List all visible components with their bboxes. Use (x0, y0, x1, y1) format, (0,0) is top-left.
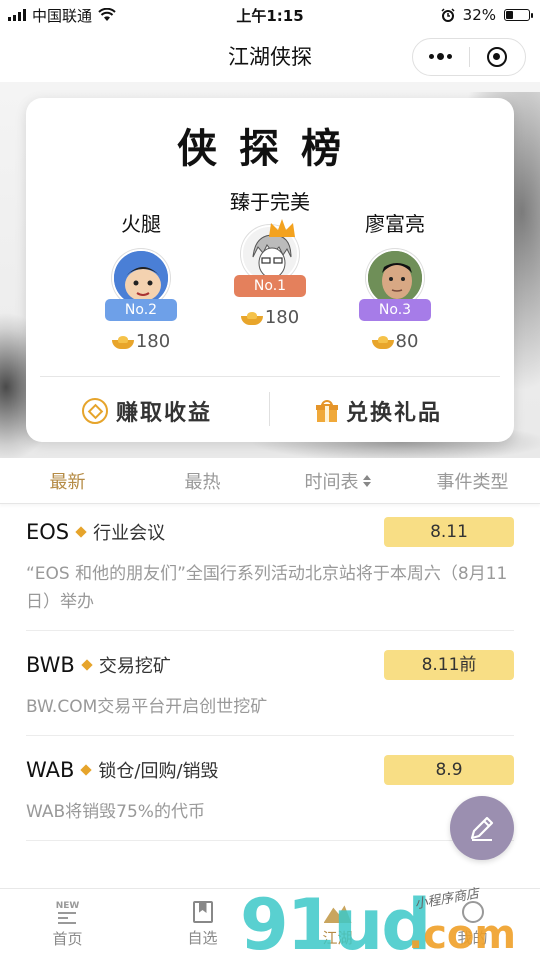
player-score: 180 (205, 307, 335, 328)
event-list: EOS 行业会议 8.11 “EOS 和他的朋友们”全国行系列活动北京站将于本周… (26, 504, 514, 841)
filter-tabs: 最新 最热 时间表 事件类型 (0, 458, 540, 504)
event-date-badge: 8.9 (384, 755, 514, 785)
earn-income-label: 赚取收益 (116, 400, 213, 426)
close-mini-program-button[interactable] (470, 39, 526, 75)
bottom-tab-watchlist[interactable]: 自选 (135, 889, 270, 960)
navigation-bar: 江湖侠探 (0, 30, 540, 82)
tab-latest[interactable]: 最新 (0, 468, 135, 494)
earn-income-button[interactable]: 赚取收益 (82, 394, 212, 428)
gift-icon (316, 400, 338, 422)
mountain-icon (323, 905, 352, 923)
redeem-gift-label: 兑换礼品 (346, 400, 443, 426)
tab-hottest[interactable]: 最热 (135, 468, 270, 494)
event-description: WAB将销毁75%的代币 (26, 802, 205, 822)
more-dots-icon (429, 53, 453, 60)
event-date-badge: 8.11 (384, 517, 514, 547)
bottom-tab-home[interactable]: NEW 首页 (0, 889, 135, 960)
battery-icon (504, 9, 533, 21)
compose-button[interactable] (450, 796, 514, 860)
sort-icon (362, 474, 371, 487)
page-title: 江湖侠探 (228, 45, 312, 69)
new-home-icon: NEW (56, 901, 79, 924)
gold-ingot-icon (371, 335, 394, 349)
gold-ingot-icon (111, 335, 134, 349)
battery-percent: 32% (462, 6, 496, 24)
crown-icon (269, 219, 295, 237)
more-button[interactable] (413, 39, 469, 75)
card-divider (40, 376, 500, 377)
list-item[interactable]: EOS 行业会议 8.11 “EOS 和他的朋友们”全国行系列活动北京站将于本周… (26, 504, 514, 631)
redeem-gift-button[interactable]: 兑换礼品 (316, 394, 442, 428)
coin-symbol: BWB (26, 653, 75, 677)
pencil-icon (470, 816, 494, 841)
user-icon (461, 901, 484, 923)
alarm-icon (441, 8, 455, 22)
player-score: 180 (76, 331, 206, 352)
target-icon (487, 47, 508, 67)
bottom-tab-bar: NEW 首页 自选 江湖 我的 (0, 888, 540, 960)
list-item[interactable]: WAB 锁仓/回购/销毁 8.9 WAB将销毁75%的代币 (26, 742, 514, 841)
mini-program-capsule (412, 38, 526, 76)
event-type: 交易挖矿 (98, 656, 171, 677)
coin-symbol: EOS (26, 520, 70, 544)
bottom-tab-jianghu[interactable]: 江湖 (270, 889, 405, 960)
diamond-icon (80, 764, 93, 776)
bottom-tab-me[interactable]: 我的 (405, 889, 540, 960)
event-date-badge: 8.11前 (384, 650, 514, 680)
player-name: 火腿 (121, 212, 161, 236)
leaderboard-title: 侠探榜 (177, 125, 363, 172)
rank-badge: No.1 (234, 275, 306, 297)
player-name: 臻于完美 (230, 190, 310, 214)
leaderboard-player[interactable]: 廖富亮 No.3 80 (330, 208, 460, 352)
player-name: 廖富亮 (365, 212, 425, 236)
event-type: 锁仓/回购/销毁 (98, 761, 219, 782)
leaderboard-card: 侠探榜 火腿 No.2 180 臻于完美 No.1 180 廖富亮 No.3 8… (26, 98, 514, 442)
event-description: BW.COM交易平台开启创世挖矿 (26, 697, 268, 717)
diamond-icon (75, 526, 87, 538)
rank-badge: No.2 (105, 299, 177, 321)
tab-schedule[interactable]: 时间表 (270, 468, 405, 494)
status-bar: 中国联通 上午1:15 32% (0, 0, 540, 30)
bookmark-icon (192, 901, 213, 923)
tab-event-type[interactable]: 事件类型 (405, 468, 540, 494)
coin-icon (82, 398, 108, 424)
rank-badge: No.3 (359, 299, 431, 321)
event-type: 行业会议 (93, 523, 166, 544)
diamond-icon (81, 659, 93, 671)
gold-ingot-icon (240, 311, 263, 325)
leaderboard-player[interactable]: 火腿 No.2 180 (76, 208, 206, 352)
event-description: “EOS 和他的朋友们”全国行系列活动北京站将于本周六（8月11日）举办 (26, 564, 508, 612)
coin-symbol: WAB (26, 758, 75, 782)
player-score: 80 (330, 331, 460, 352)
leaderboard-player[interactable]: 臻于完美 No.1 180 (205, 186, 335, 328)
list-item[interactable]: BWB 交易挖矿 8.11前 BW.COM交易平台开启创世挖矿 (26, 637, 514, 736)
